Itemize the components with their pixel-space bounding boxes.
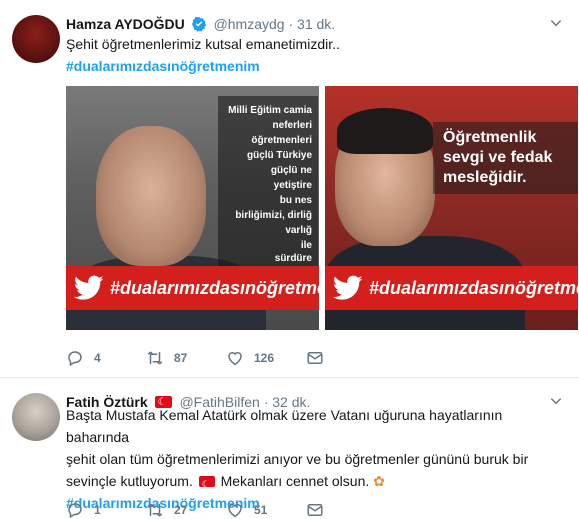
quote-line: mesleğidir. bbox=[443, 169, 527, 186]
avatar[interactable] bbox=[12, 393, 60, 441]
tweet-text-segment: sevinçle kutluyorum. bbox=[66, 473, 193, 489]
tweet-text-line: sevinçle kutluyorum. Mekanları cennet ol… bbox=[66, 470, 568, 495]
tweet-actions: 1 27 51 bbox=[66, 500, 386, 519]
media-image-right[interactable]: Öğretmenlik sevgi ve fedak mesleğidir. #… bbox=[325, 86, 578, 330]
retweet-count: 87 bbox=[174, 351, 188, 365]
retweet-icon bbox=[147, 351, 163, 365]
banner-text: #dualarımızdasınöğretmen bbox=[110, 277, 319, 298]
reply-icon bbox=[68, 503, 82, 519]
tweet-text: Başta Mustafa Kemal Atatürk olmak üzere … bbox=[66, 404, 568, 514]
quote-line: öğretmenleri bbox=[251, 135, 312, 146]
quote-box: Öğretmenlik sevgi ve fedak mesleğidir. bbox=[433, 122, 578, 194]
user-handle[interactable]: @hmzaydg bbox=[214, 16, 285, 32]
direct-message-button[interactable] bbox=[306, 349, 386, 367]
media-image-left[interactable]: Milli Eğitim camia neferleri öğretmenler… bbox=[66, 86, 319, 330]
quote-line: sevgi ve fedak bbox=[443, 149, 553, 166]
quote-line: ile bbox=[300, 240, 312, 251]
twitter-bird-icon bbox=[74, 275, 104, 300]
direct-message-icon bbox=[307, 352, 323, 364]
quote-line: güçlü ne bbox=[270, 165, 312, 176]
reply-count: 4 bbox=[94, 351, 101, 365]
timestamp[interactable]: 31 dk. bbox=[297, 16, 335, 32]
direct-message-icon bbox=[307, 504, 323, 516]
user-name[interactable]: Hamza AYDOĞDU bbox=[66, 16, 185, 32]
like-icon bbox=[228, 504, 242, 518]
media-grid: Milli Eğitim camia neferleri öğretmenler… bbox=[66, 86, 578, 330]
tweet[interactable]: Fatih Öztürk @FatihBilfen · 32 dk. Başta… bbox=[0, 378, 579, 519]
quote-line: yetiştire bbox=[273, 180, 312, 191]
hashtag-banner: #dualarımızdasınöğretme bbox=[325, 266, 578, 310]
quote-line: neferleri bbox=[272, 120, 312, 131]
quote-line: Milli Eğitim camia bbox=[228, 105, 312, 116]
twitter-bird-icon bbox=[333, 275, 363, 300]
chevron-down-icon[interactable] bbox=[549, 16, 563, 30]
photo-face bbox=[96, 126, 206, 266]
hashtag-banner: #dualarımızdasınöğretmen bbox=[66, 266, 319, 310]
like-icon bbox=[228, 352, 242, 366]
retweet-button[interactable]: 87 bbox=[146, 349, 226, 367]
banner-text: #dualarımızdasınöğretme bbox=[369, 277, 578, 298]
quote-line: varlığ bbox=[285, 225, 312, 236]
turkish-flag-icon bbox=[198, 473, 215, 495]
quote-box: Milli Eğitim camia neferleri öğretmenler… bbox=[218, 96, 318, 266]
hashtag-link[interactable]: #dualarımızdasınöğretmenim bbox=[66, 55, 568, 77]
tweet-text: Şehit öğretmenlerimiz kutsal emanetimizd… bbox=[66, 33, 568, 77]
tweet-text-line: Başta Mustafa Kemal Atatürk olmak üzere … bbox=[66, 407, 503, 445]
reply-button[interactable]: 4 bbox=[66, 349, 146, 367]
separator-dot: · bbox=[288, 16, 294, 32]
reply-icon bbox=[68, 351, 82, 367]
verified-badge-icon bbox=[191, 16, 206, 32]
quote-line: bu nes bbox=[279, 195, 312, 206]
quote-line: Öğretmenlik bbox=[443, 129, 537, 146]
reply-count: 1 bbox=[94, 503, 101, 517]
tweet-header: Hamza AYDOĞDU @hmzaydg · 31 dk. bbox=[66, 14, 335, 34]
tweet-actions: 4 87 126 bbox=[66, 348, 386, 368]
tweet-text-line: Şehit öğretmenlerimiz kutsal emanetimizd… bbox=[66, 36, 340, 52]
direct-message-button[interactable] bbox=[306, 501, 386, 519]
like-button[interactable]: 51 bbox=[226, 501, 306, 519]
retweet-button[interactable]: 27 bbox=[146, 501, 226, 519]
quote-line: sürdüre bbox=[274, 253, 312, 264]
retweet-icon bbox=[147, 503, 163, 517]
photo-hair bbox=[337, 108, 433, 154]
avatar[interactable] bbox=[12, 15, 60, 63]
flowers-icon: ✿ bbox=[373, 473, 385, 489]
like-count: 126 bbox=[254, 351, 275, 365]
quote-line: güçlü Türkiye bbox=[246, 150, 312, 161]
retweet-count: 27 bbox=[174, 503, 188, 517]
tweet-text-line: şehit olan tüm öğretmenlerimizi anıyor v… bbox=[66, 451, 529, 467]
quote-line: birliğimizi, dirliğ bbox=[235, 210, 312, 221]
like-count: 51 bbox=[254, 503, 268, 517]
like-button[interactable]: 126 bbox=[226, 349, 306, 367]
tweet-text-segment: Mekanları cennet olsun. bbox=[220, 473, 370, 489]
tweet[interactable]: Hamza AYDOĞDU @hmzaydg · 31 dk. Şehit öğ… bbox=[0, 0, 579, 378]
reply-button[interactable]: 1 bbox=[66, 501, 146, 519]
